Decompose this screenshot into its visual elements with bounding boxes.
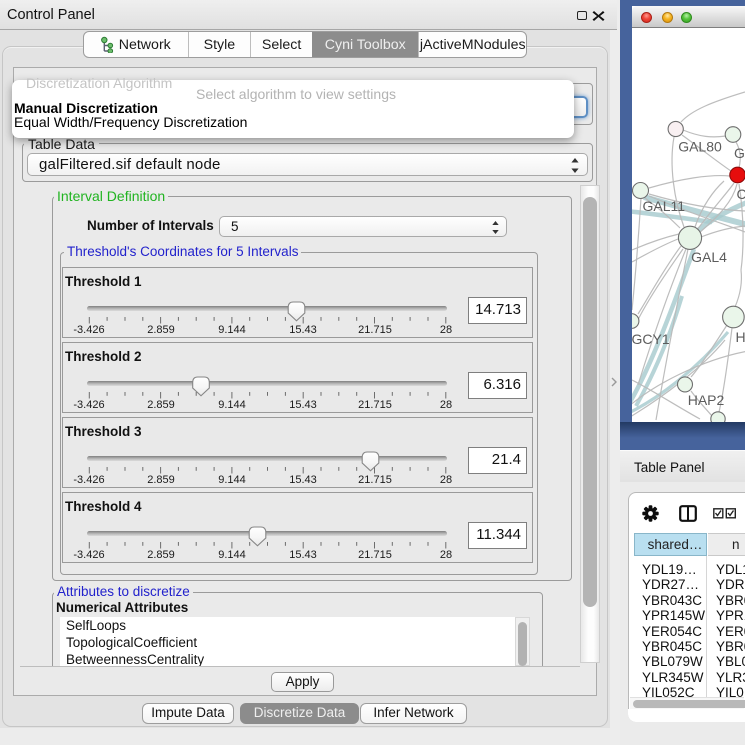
svg-text:GAL: GAL [734,145,745,161]
svg-text:GAL4: GAL4 [691,249,727,265]
svg-text:C: C [737,186,745,202]
svg-text:GAL80: GAL80 [678,139,722,155]
svg-text:HAP2: HAP2 [688,392,725,408]
svg-text:H: H [736,329,745,345]
svg-text:GAL11: GAL11 [643,198,686,214]
svg-text:GCY1: GCY1 [632,331,670,347]
